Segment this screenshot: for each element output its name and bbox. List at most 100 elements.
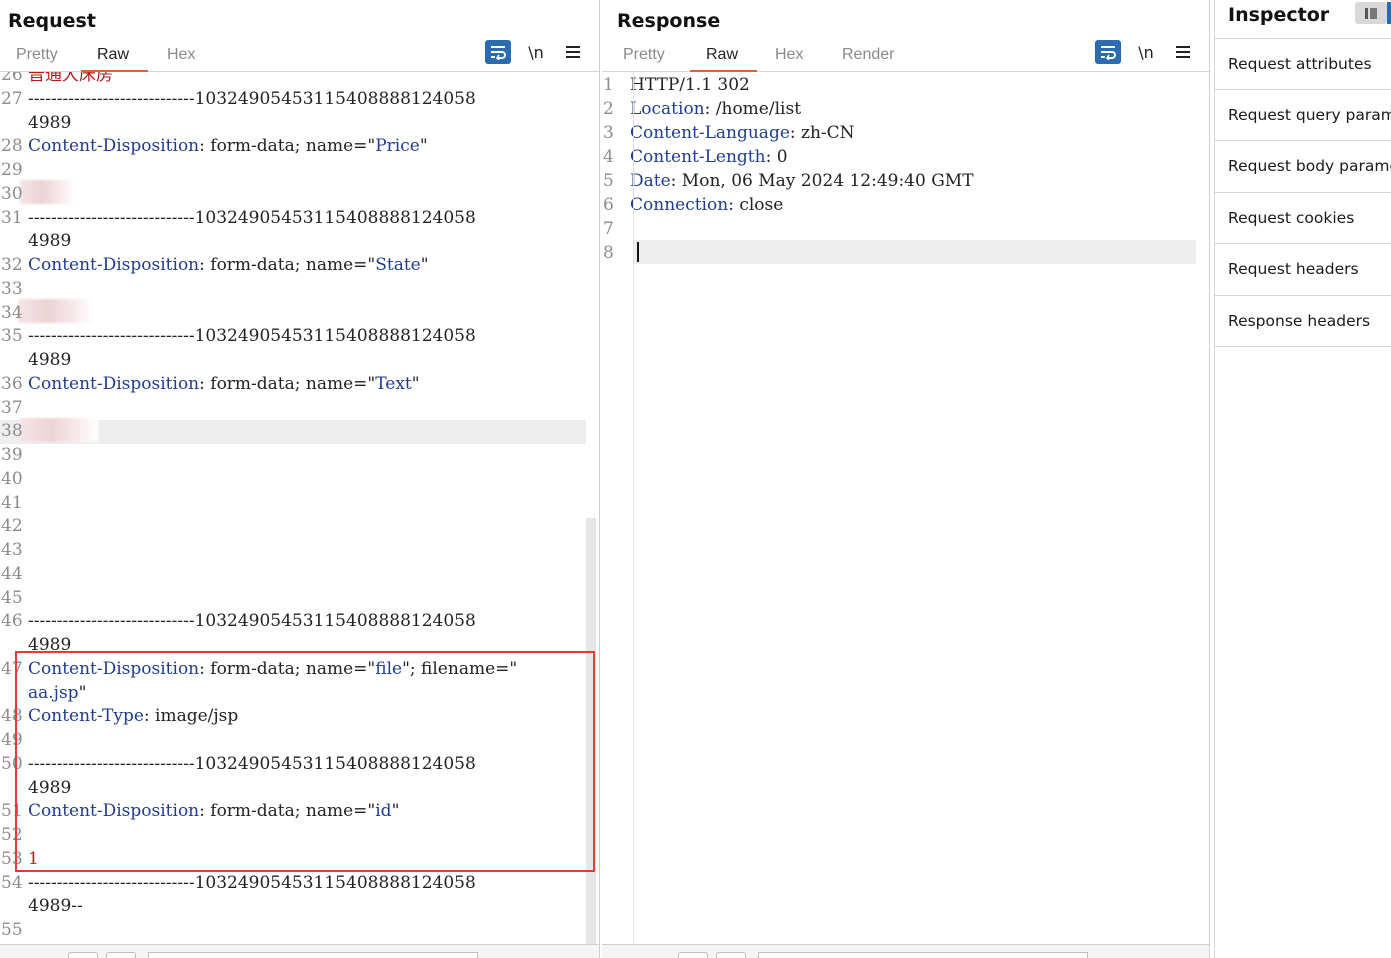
token-text: 4989	[28, 112, 72, 133]
code-line: 3 Content-Language: zh-CN	[602, 121, 1193, 145]
inspector-accent	[1387, 2, 1391, 24]
tab-pretty[interactable]: Pretty	[16, 46, 58, 72]
line-number: 49	[1, 730, 23, 750]
code-line: 54 -----------------------------103249054…	[0, 871, 583, 895]
request-search-bar	[0, 944, 599, 958]
show-newlines-button[interactable]: \n	[1133, 40, 1159, 64]
tab-hex[interactable]: Hex	[775, 46, 803, 72]
code-line: 43	[0, 538, 583, 562]
token-val: Text	[375, 373, 412, 394]
tab-raw[interactable]: Raw	[80, 46, 149, 72]
line-content: HTTP/1.1 302	[630, 73, 750, 97]
token-text: HTTP/1.1 302	[630, 75, 750, 95]
line-number: 35	[1, 326, 23, 347]
code-line: 8	[602, 241, 1193, 265]
token-rest: : form-data; name="	[199, 373, 376, 394]
code-line: 46 -----------------------------103249054…	[0, 609, 583, 633]
token-key: Content-Disposition	[28, 658, 200, 679]
inspector-request-headers[interactable]: Request headers	[1215, 244, 1391, 296]
response-search-input[interactable]	[758, 952, 1088, 958]
code-line: 40	[0, 467, 583, 491]
line-content: 4989--	[28, 894, 83, 918]
token-key: Content-Type	[28, 706, 144, 727]
response-editor[interactable]: 1 HTTP/1.1 302 2 Location: /home/list 3 Conte…	[602, 72, 1209, 944]
prev-match-button[interactable]	[678, 952, 708, 958]
line-content: 4989	[28, 348, 71, 372]
inspector-request-query-parameters[interactable]: Request query parameters	[1215, 90, 1391, 141]
token-tail: "	[419, 136, 428, 157]
code-line: 4989	[0, 633, 583, 657]
line-content: Date: Mon, 06 May 2024 12:49:40 GMT	[630, 169, 974, 193]
token-rest: : image/jsp	[143, 706, 239, 727]
line-content: 1	[28, 847, 39, 871]
next-match-button[interactable]	[106, 952, 136, 958]
line-number: 26	[1, 72, 23, 85]
line-number: 44	[1, 563, 23, 584]
code-line: 47 Content-Disposition: form-data; name="…	[0, 657, 583, 681]
prev-match-button[interactable]	[68, 952, 98, 958]
inspector-request-attributes[interactable]: Request attributes	[1215, 38, 1391, 90]
line-number: 7	[603, 219, 614, 239]
inspector-layout-button[interactable]	[1355, 2, 1387, 24]
code-line: 49	[0, 728, 583, 752]
code-line: 4 Content-Length: 0	[602, 145, 1193, 169]
token-key: Date	[630, 171, 671, 191]
code-line: 33	[0, 277, 583, 301]
line-number: 40	[1, 468, 23, 489]
line-content: 普通大床房	[28, 72, 113, 87]
wrap-lines-button[interactable]	[485, 40, 511, 64]
line-number: 42	[1, 516, 23, 537]
next-match-button[interactable]	[716, 952, 746, 958]
request-menu-button[interactable]	[560, 40, 586, 64]
token-text: -----------------------------10324905453…	[28, 207, 476, 228]
response-pane: Response Pretty Raw Hex Render \n 1 HTTP/…	[602, 0, 1210, 958]
line-content: Content-Disposition: form-data; name="St…	[28, 253, 429, 277]
token-text: -----------------------------10324905453…	[28, 872, 476, 893]
token-tail: "; filename="	[402, 658, 518, 679]
token-rest: : form-data; name="	[199, 658, 376, 679]
tab-pretty[interactable]: Pretty	[623, 46, 665, 72]
code-line: 4989	[0, 111, 583, 135]
request-scrollbar[interactable]	[586, 518, 596, 944]
token-key: Location	[630, 99, 705, 119]
inspector-response-headers[interactable]: Response headers	[1215, 296, 1391, 347]
line-number: 51	[1, 801, 23, 822]
code-line: 55	[0, 918, 583, 942]
inspector-request-cookies[interactable]: Request cookies	[1215, 193, 1391, 244]
line-content: -----------------------------10324905453…	[28, 752, 476, 776]
wrap-lines-button[interactable]	[1095, 40, 1121, 64]
request-editor[interactable]: 26 普通大床房 27 -----------------------------10…	[0, 72, 599, 944]
response-menu-button[interactable]	[1170, 40, 1196, 64]
tab-raw[interactable]: Raw	[689, 46, 758, 72]
tab-render[interactable]: Render	[842, 46, 894, 72]
inspector-request-body-parameters[interactable]: Request body parameters	[1215, 141, 1391, 193]
token-val: id	[375, 801, 392, 822]
line-number: 2	[603, 99, 614, 119]
token-val: Price	[375, 136, 420, 157]
line-content: 4989	[28, 633, 71, 657]
line-number: 37	[1, 397, 23, 418]
tab-hex[interactable]: Hex	[167, 46, 195, 72]
code-line: 52	[0, 823, 583, 847]
token-rest: : 0	[765, 147, 788, 167]
token-key: Connection	[630, 195, 729, 215]
code-line: 38	[0, 419, 583, 443]
line-number: 43	[1, 540, 23, 560]
request-search-input[interactable]	[148, 952, 478, 958]
token-tail: "	[391, 801, 400, 822]
show-newlines-button[interactable]: \n	[523, 40, 549, 64]
code-line: 6 Connection: close	[602, 193, 1193, 217]
token-text: -----------------------------10324905453…	[28, 611, 476, 632]
line-number: 4	[603, 147, 614, 167]
inspector-title: Inspector	[1228, 4, 1330, 26]
token-text: -----------------------------10324905453…	[28, 753, 476, 774]
line-number: 8	[603, 243, 614, 263]
wrap-lines-icon	[1101, 46, 1116, 60]
code-line: 2 Location: /home/list	[602, 97, 1193, 121]
token-rest: : zh-CN	[789, 123, 855, 143]
line-number: 46	[1, 611, 23, 632]
line-number-gutter	[633, 72, 634, 944]
code-line: 39	[0, 443, 583, 467]
code-line: 35 -----------------------------103249054…	[0, 324, 583, 348]
line-content: -----------------------------10324905453…	[28, 609, 476, 633]
